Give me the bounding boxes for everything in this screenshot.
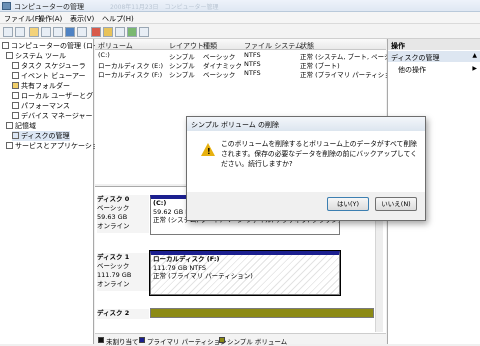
tree-item-task-scheduler[interactable]: タスク スケジューラ <box>12 61 86 71</box>
tools-icon <box>6 52 13 59</box>
tree-item-storage[interactable]: 記憶域 <box>6 121 36 131</box>
search-icon[interactable] <box>115 27 125 37</box>
menu-action[interactable]: 操作(A) <box>38 14 62 24</box>
computer-management-icon <box>2 2 11 10</box>
tree-item-shared-folders[interactable]: 共有フォルダー <box>12 81 70 91</box>
action-disk-management[interactable]: ディスクの管理 ▲ <box>388 51 480 62</box>
forward-icon[interactable] <box>15 27 25 37</box>
event-viewer-icon <box>12 72 19 79</box>
tree-item-local-users[interactable]: ローカル ユーザーとグ <box>12 91 93 101</box>
disk-1-volume-f[interactable]: ローカルディスク (F:) 111.79 GB NTFS 正常 (プライマリ パ… <box>149 250 341 296</box>
window-title: コンピューターの管理 <box>14 3 84 11</box>
menu-view[interactable]: 表示(V) <box>70 14 94 24</box>
tree-item-computer-management[interactable]: コンピューターの管理 (ローカ <box>2 41 107 51</box>
folder-up-icon[interactable] <box>29 27 39 37</box>
no-button[interactable]: いいえ(N) <box>375 197 417 211</box>
dialog-message: このボリュームを削除するとボリューム上のデータがすべて削除されます。保存の必要な… <box>221 140 418 168</box>
storage-icon <box>6 122 13 129</box>
actions-header: 操作 <box>388 39 480 50</box>
legend-swatch-primary <box>139 337 145 343</box>
action-other-actions[interactable]: 他の操作 ▶ <box>388 63 480 74</box>
legend: 未割り当て プライマリ パーティション シンプル ボリューム <box>95 333 386 346</box>
column-status[interactable]: 状態 <box>300 41 314 51</box>
help-icon[interactable] <box>65 27 75 37</box>
menu-help[interactable]: ヘルプ(H) <box>102 14 134 24</box>
device-manager-icon <box>12 112 19 119</box>
disk-2-volume[interactable] <box>150 308 374 318</box>
disk-1-label[interactable]: ディスク 1 ベーシック 111.79 GB オンライン <box>97 253 149 291</box>
dialog-body: ! このボリュームを削除するとボリューム上のデータがすべて削除されます。保存の必… <box>187 131 425 192</box>
menu-bar: ファイル(F) 操作(A) 表示(V) ヘルプ(H) <box>0 12 480 24</box>
toolbar <box>0 24 480 39</box>
properties-icon[interactable] <box>53 27 63 37</box>
submenu-arrow-icon: ▶ <box>472 65 477 72</box>
table-row[interactable]: (C:) シンプル ベーシック NTFS 正常 (システム, ブート, ページ <box>95 51 391 61</box>
warning-mark: ! <box>207 147 211 156</box>
delete-icon[interactable] <box>91 27 101 37</box>
title-bar: コンピューターの管理 2008年11月23日 コンピューター管理 <box>0 0 480 12</box>
export-icon[interactable] <box>127 27 137 37</box>
back-icon[interactable] <box>3 27 13 37</box>
performance-icon <box>12 102 19 109</box>
show-hide-tree-icon[interactable] <box>41 27 51 37</box>
disk-2-label[interactable]: ディスク 2 <box>97 309 149 319</box>
computer-icon <box>2 42 9 49</box>
column-volume[interactable]: ボリューム <box>98 41 133 51</box>
open-icon[interactable] <box>103 27 113 37</box>
console-tree: コンピューターの管理 (ローカ システム ツール タスク スケジューラ イベント… <box>0 39 107 344</box>
tree-item-event-viewer[interactable]: イベント ビューアー <box>12 71 86 81</box>
tree-item-system-tools[interactable]: システム ツール <box>6 51 66 61</box>
column-filesystem[interactable]: ファイル システム <box>244 41 302 51</box>
column-layout[interactable]: レイアウト <box>169 41 204 51</box>
tree-item-device-manager[interactable]: デバイス マネージャー <box>12 111 93 121</box>
properties-sheet-icon[interactable] <box>139 27 149 37</box>
users-icon <box>12 92 19 99</box>
background-window-title: 2008年11月23日 コンピューター管理 <box>110 4 219 11</box>
yes-button[interactable]: はい(Y) <box>327 197 369 211</box>
dialog-title: シンプル ボリューム の削除 <box>187 117 425 131</box>
legend-swatch-simple <box>219 337 225 343</box>
list-view-icon[interactable] <box>77 27 87 37</box>
collapse-arrow-icon[interactable]: ▲ <box>472 52 477 59</box>
list-header: ボリューム レイアウト 種類 ファイル システム 状態 <box>95 39 386 50</box>
disk-0-label[interactable]: ディスク 0 ベーシック 59.63 GB オンライン <box>97 195 149 233</box>
disk-icon <box>12 132 19 139</box>
services-icon <box>6 142 13 149</box>
folder-icon <box>12 82 19 89</box>
tree-item-performance[interactable]: パフォーマンス <box>12 101 70 111</box>
table-row[interactable]: ローカルディスク (E:) シンプル ダイナミック NTFS 正常 (ブート) <box>95 60 386 70</box>
clock-icon <box>12 62 19 69</box>
column-type[interactable]: 種類 <box>203 41 217 51</box>
menu-file[interactable]: ファイル(F) <box>4 14 42 24</box>
tree-item-disk-management[interactable]: ディスクの管理 <box>12 131 70 141</box>
delete-volume-dialog: シンプル ボリューム の削除 ! このボリュームを削除するとボリューム上のデータ… <box>186 116 426 221</box>
table-row[interactable]: ローカルディスク (F:) シンプル ベーシック NTFS 正常 (プライマリ … <box>95 69 391 79</box>
tree-item-services-apps[interactable]: サービスとアプリケーショ <box>6 141 99 151</box>
legend-swatch-unallocated <box>98 337 104 343</box>
